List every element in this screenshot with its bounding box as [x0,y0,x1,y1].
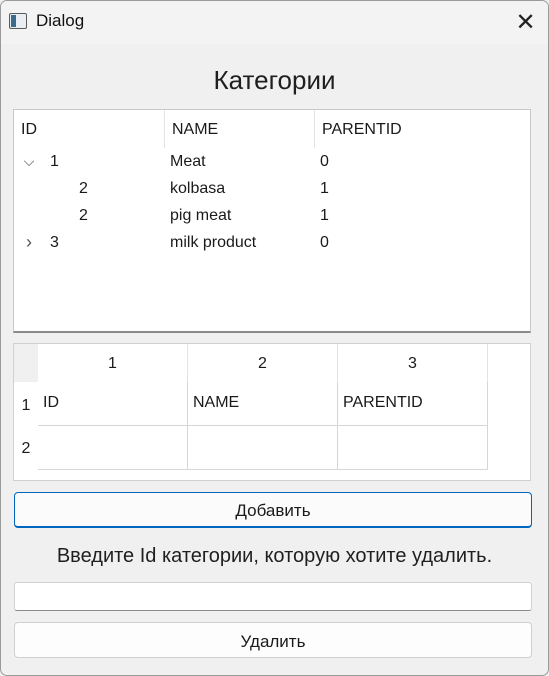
chevron-down-icon[interactable]: ⌵ [22,148,36,175]
table-column-header[interactable]: 2 [188,344,338,382]
app-window-icon [9,13,27,29]
table-cell[interactable]: PARENTID [338,382,488,426]
tree-row[interactable]: 2 kolbasa 1 [14,175,530,202]
tree-cell-name: pig meat [170,207,232,224]
dialog-window: Dialog ✕ Категории ID NAME PARENTID ⌵ 1 … [0,0,549,676]
tree-row[interactable]: › 3 milk product 0 [14,229,530,256]
title-bar: Dialog ✕ [1,1,548,44]
tree-cell-id: 2 [79,207,88,224]
tree-cell-parentid: 0 [320,153,329,170]
table-row-header[interactable]: 1 [14,382,38,426]
add-button[interactable]: Добавить [14,492,532,528]
table-column-header[interactable]: 1 [38,344,188,382]
table-cell[interactable] [38,426,188,470]
chevron-right-icon[interactable]: › [22,229,36,256]
tree-header: ID NAME PARENTID [14,110,530,148]
tree-cell-name: Meat [170,153,206,170]
tree-header-parentid[interactable]: PARENTID [314,110,530,148]
window-title: Dialog [36,11,85,30]
table-cell[interactable] [188,426,338,470]
page-title: Категории [213,65,336,95]
tree-header-id[interactable]: ID [14,110,164,148]
tree-cell-parentid: 0 [320,234,329,251]
category-table[interactable]: 1 2 3 1 2 ID NAME PARENTID [13,343,531,481]
category-tree[interactable]: ID NAME PARENTID ⌵ 1 Meat 0 2 kolbasa 1 … [13,109,531,333]
table-cell[interactable] [338,426,488,470]
close-button[interactable]: ✕ [503,1,548,44]
tree-cell-id: 1 [50,153,59,170]
delete-button[interactable]: Удалить [14,622,532,658]
tree-cell-parentid: 1 [320,207,329,224]
delete-prompt-label: Введите Id категории, которую хотите уда… [56,545,493,567]
tree-cell-parentid: 1 [320,180,329,197]
tree-cell-name: milk product [170,234,257,251]
table-row-header[interactable]: 2 [14,426,38,470]
tree-cell-id: 3 [50,234,59,251]
table-cell[interactable]: ID [38,382,188,426]
tree-cell-id: 2 [79,180,88,197]
table-column-header[interactable]: 3 [338,344,488,382]
tree-header-name[interactable]: NAME [164,110,314,148]
close-icon: ✕ [515,9,536,36]
tree-cell-name: kolbasa [170,180,226,197]
tree-row[interactable]: 2 pig meat 1 [14,202,530,229]
table-cell[interactable]: NAME [188,382,338,426]
table-corner [14,344,38,382]
tree-row[interactable]: ⌵ 1 Meat 0 [14,148,530,175]
delete-id-input[interactable] [14,582,532,611]
